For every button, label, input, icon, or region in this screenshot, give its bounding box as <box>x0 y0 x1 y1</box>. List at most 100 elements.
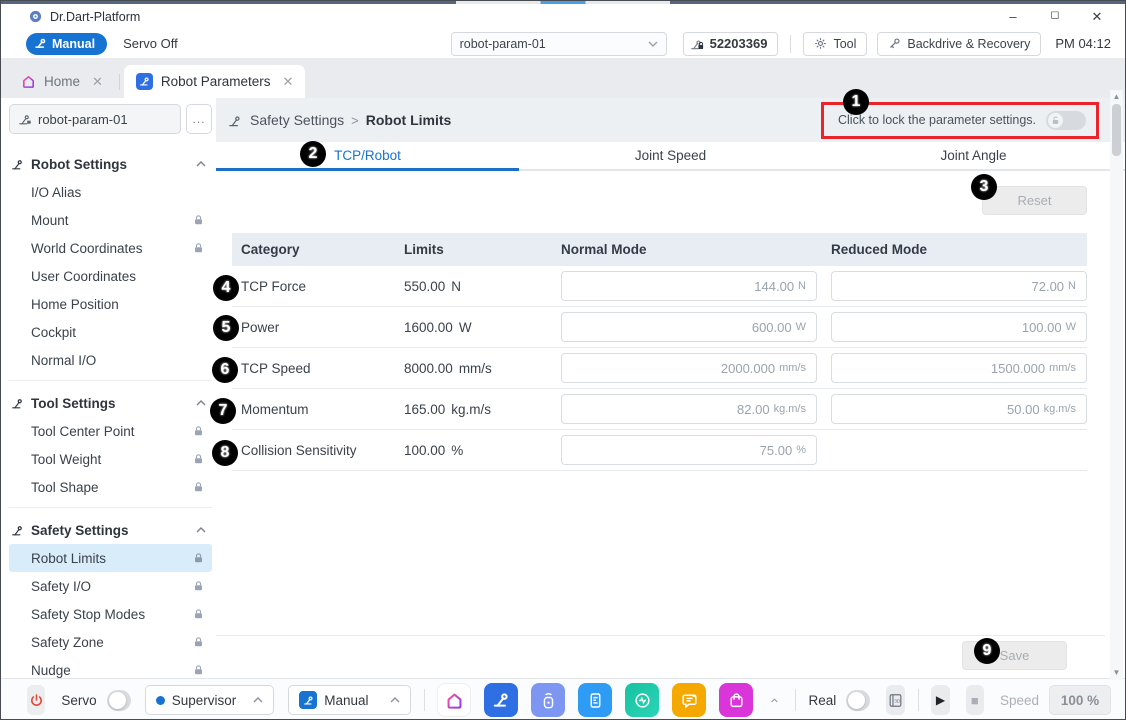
annotation-badge-2: 2 <box>300 141 326 167</box>
normal-mode-input[interactable]: 82.00kg.m/s <box>561 394 817 424</box>
chevron-up-icon <box>196 400 206 406</box>
sidebar-item-robot-limits[interactable]: Robot Limits <box>9 544 212 572</box>
maximize-icon[interactable]: ◻ <box>1047 10 1063 23</box>
normal-mode-input[interactable]: 144.00N <box>561 271 817 301</box>
chevron-up-icon <box>390 697 400 703</box>
play-button[interactable]: ▶ <box>931 685 949 715</box>
minimize-icon[interactable]: – <box>1005 10 1021 23</box>
tab-home-close-icon[interactable]: ✕ <box>92 74 103 90</box>
sidebar-param-name: robot-param-01 <box>38 112 128 127</box>
tab-tcp-robot[interactable]: TCP/Robot <box>216 142 519 169</box>
annotation-badge-6: 6 <box>212 357 238 383</box>
scroll-up-icon[interactable]: ▲ <box>1113 90 1121 104</box>
sidebar-item-normal-io[interactable]: Normal I/O <box>9 346 212 374</box>
statusbar-divider <box>795 689 796 711</box>
tab-joint-speed[interactable]: Joint Speed <box>519 142 822 169</box>
reduced-mode-input[interactable]: 1500.000mm/s <box>831 353 1087 383</box>
dock-store-app-icon[interactable] <box>719 683 753 717</box>
section-title: Robot Settings <box>31 157 127 172</box>
robot-param-select[interactable]: robot-param-01 <box>451 32 667 56</box>
servo-toggle-label: Servo <box>61 693 96 708</box>
chevron-up-icon <box>196 161 206 167</box>
tab-robot-parameters-close-icon[interactable]: ✕ <box>282 74 293 90</box>
sidebar-item-cockpit[interactable]: Cockpit <box>9 318 212 346</box>
input-value: 75.00 <box>760 443 793 458</box>
limit-value: 1600.00 <box>404 320 453 335</box>
lock-icon <box>193 664 204 676</box>
tab-joint-angle[interactable]: Joint Angle <box>822 142 1125 169</box>
power-button[interactable] <box>27 685 45 715</box>
sidebar-section-robot-settings[interactable]: Robot Settings <box>9 150 212 178</box>
col-category: Category <box>232 242 395 257</box>
tab-home-label: Home <box>44 74 80 89</box>
sidebar-item-tool-weight[interactable]: Tool Weight <box>9 445 212 473</box>
real-mode-toggle[interactable] <box>846 690 870 711</box>
category-cell: Momentum <box>232 402 395 417</box>
robot-parameters-icon <box>136 73 153 90</box>
main-header: Safety Settings > Robot Limits Click to … <box>216 98 1125 142</box>
manual-mode-label: Manual <box>52 37 95 51</box>
sidebar-item-world-coordinates[interactable]: World Coordinates <box>9 234 212 262</box>
limit-value: 100.00 <box>404 443 445 458</box>
sidebar-item-user-coordinates[interactable]: User Coordinates <box>9 262 212 290</box>
sidebar-more-button[interactable]: ... <box>186 104 212 134</box>
real-toggle-label: Real <box>809 693 837 708</box>
sidebar-section-tool-settings[interactable]: Tool Settings <box>9 389 212 417</box>
unlock-icon <box>1051 116 1060 125</box>
normal-mode-input[interactable]: 2000.000mm/s <box>561 353 817 383</box>
dock-monitoring-app-icon[interactable] <box>625 683 659 717</box>
dock-task-writer-app-icon[interactable] <box>578 683 612 717</box>
user-role-select[interactable]: Supervisor <box>145 685 275 715</box>
sidebar-item-safety-io[interactable]: Safety I/O <box>9 572 212 600</box>
sidebar-item-mount[interactable]: Mount <box>9 206 212 234</box>
reduced-mode-input[interactable]: 72.00N <box>831 271 1087 301</box>
tool-button[interactable]: Tool <box>803 32 867 56</box>
sidebar-item-nudge[interactable]: Nudge <box>9 656 212 678</box>
scroll-down-icon[interactable]: ▼ <box>1113 666 1121 680</box>
breadcrumb-separator: > <box>351 113 359 128</box>
sidebar-item-tool-center-point[interactable]: Tool Center Point <box>9 417 212 445</box>
simulator-3d-button[interactable]: 3D <box>886 685 904 715</box>
dock-expand-chevron-icon[interactable] <box>771 697 778 704</box>
lock-icon <box>193 453 204 465</box>
normal-mode-input[interactable]: 75.00% <box>561 435 817 465</box>
operation-mode-select[interactable]: Manual <box>288 685 410 715</box>
status-bar: Servo Supervisor Manual <box>1 678 1125 720</box>
sidebar-item-io-alias[interactable]: I/O Alias <box>9 178 212 206</box>
tab-robot-parameters[interactable]: Robot Parameters ✕ <box>124 65 305 98</box>
backdrive-recovery-button[interactable]: Backdrive & Recovery <box>877 32 1041 56</box>
reduced-mode-input[interactable]: 50.00kg.m/s <box>831 394 1087 424</box>
dock-home-app-icon[interactable] <box>437 683 471 717</box>
sidebar-item-safety-stop-modes[interactable]: Safety Stop Modes <box>9 600 212 628</box>
scrollbar-thumb[interactable] <box>1112 104 1121 156</box>
col-normal-mode: Normal Mode <box>552 242 822 257</box>
backdrive-recovery-label: Backdrive & Recovery <box>907 37 1030 51</box>
sidebar-item-safety-zone[interactable]: Safety Zone <box>9 628 212 656</box>
reset-button[interactable]: Reset <box>982 186 1087 215</box>
sidebar-item-tool-shape[interactable]: Tool Shape <box>9 473 212 501</box>
app-logo-icon <box>29 10 42 23</box>
normal-mode-input[interactable]: 600.00W <box>561 312 817 342</box>
sidebar-item-home-position[interactable]: Home Position <box>9 290 212 318</box>
speed-value-box[interactable]: 100 % <box>1049 685 1111 715</box>
sidebar-section-safety-settings[interactable]: Safety Settings <box>9 516 212 544</box>
gear-icon <box>814 37 827 50</box>
parameter-lock-toggle[interactable] <box>1046 111 1086 130</box>
dock-jog-pendant-app-icon[interactable] <box>531 683 565 717</box>
close-icon[interactable]: ✕ <box>1089 10 1105 23</box>
manual-mode-button[interactable]: Manual <box>26 33 107 55</box>
breadcrumb-section: Safety Settings <box>250 112 344 128</box>
vertical-scrollbar[interactable]: ▲ ▼ <box>1110 90 1123 680</box>
dock-message-app-icon[interactable] <box>672 683 706 717</box>
sidebar-param-name-box: robot-param-01 <box>9 104 181 134</box>
item-label: Tool Shape <box>31 480 99 495</box>
parameter-view-tabs: TCP/Robot Joint Speed Joint Angle <box>216 142 1125 171</box>
toolbar-divider <box>790 35 791 53</box>
stop-button[interactable]: ■ <box>966 685 984 715</box>
dock-robot-params-app-icon[interactable] <box>484 683 518 717</box>
content-footer: Save <box>216 635 1105 670</box>
reduced-mode-input[interactable]: 100.00W <box>831 312 1087 342</box>
chevron-up-icon <box>196 527 206 533</box>
tab-home[interactable]: Home ✕ <box>9 65 115 98</box>
servo-toggle[interactable] <box>107 690 131 711</box>
